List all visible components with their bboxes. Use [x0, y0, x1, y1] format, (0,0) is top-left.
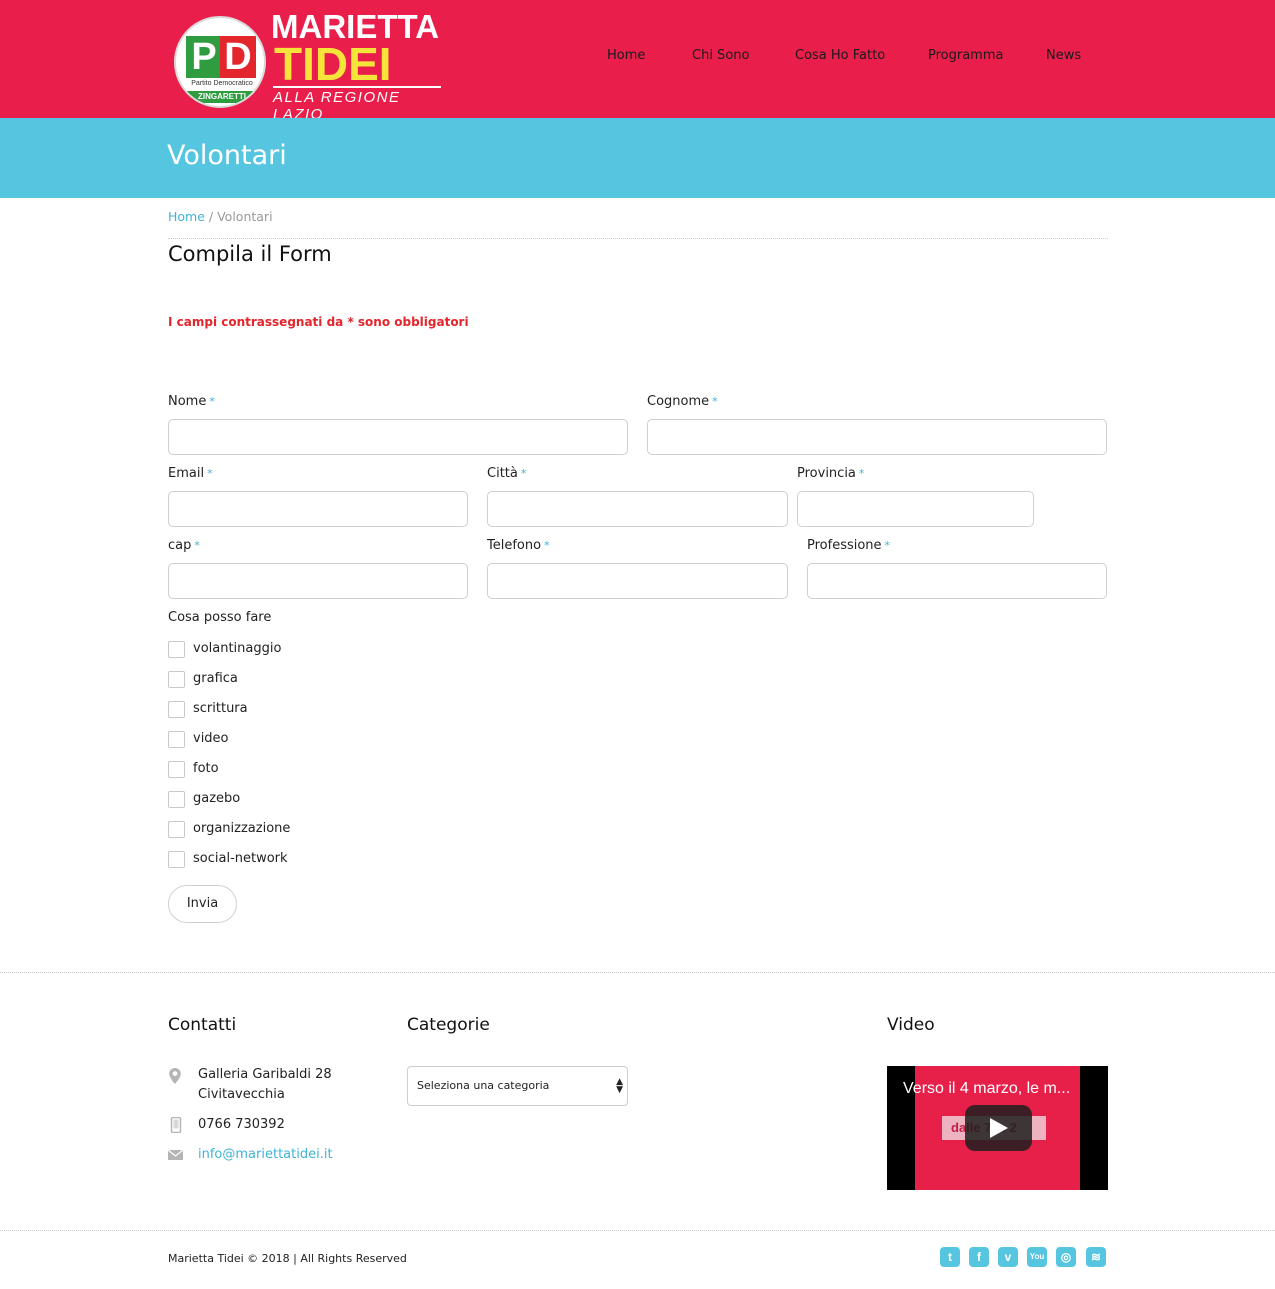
logo-divider: [273, 86, 441, 88]
checkbox-label: scrittura: [193, 701, 248, 716]
label-cognome: Cognome *: [647, 394, 718, 409]
map-pin-icon: [169, 1068, 181, 1084]
address-line-2: Civitavecchia: [198, 1087, 285, 1102]
breadcrumb-separator: /: [204, 209, 218, 224]
citta-input[interactable]: [487, 491, 788, 527]
breadcrumb-current: Volontari: [217, 209, 273, 224]
checkbox-label: social-network: [193, 851, 288, 866]
required-fields-note: I campi contrassegnati da * sono obbliga…: [168, 315, 469, 329]
label-nome: Nome *: [168, 394, 215, 409]
checkbox-box[interactable]: [168, 791, 185, 808]
cap-input[interactable]: [168, 563, 468, 599]
checkbox-label: foto: [193, 761, 219, 776]
nav-item-home[interactable]: Home: [607, 48, 645, 63]
nav-item-news[interactable]: News: [1046, 48, 1081, 63]
pd-logo-subtitle: Partito Democratico: [191, 80, 253, 87]
nav-item-chi-sono[interactable]: Chi Sono: [692, 48, 749, 63]
main-nav: Home Chi Sono Cosa Ho Fatto Programma Ne…: [0, 48, 1275, 68]
checkbox-box[interactable]: [168, 671, 185, 688]
breadcrumb-home-link[interactable]: Home: [168, 209, 205, 224]
email-input[interactable]: [168, 491, 468, 527]
label-telefono: Telefono *: [487, 538, 550, 553]
video-title[interactable]: Verso il 4 marzo, le m...: [903, 1080, 1070, 1098]
checkbox-label: grafica: [193, 671, 238, 686]
footer-contatti-heading: Contatti: [168, 1015, 237, 1035]
play-icon: [990, 1118, 1008, 1138]
label-cap: cap *: [168, 538, 200, 553]
footer-video-heading: Video: [887, 1015, 935, 1035]
video-letterbox-right: [1080, 1066, 1108, 1190]
label-citta: Città *: [487, 466, 527, 481]
rss-icon[interactable]: ≋: [1086, 1247, 1106, 1267]
checkbox-label: volantinaggio: [193, 641, 282, 656]
facebook-icon[interactable]: f: [969, 1247, 989, 1267]
instagram-icon[interactable]: ◎: [1056, 1247, 1076, 1267]
label-provincia: Provincia *: [797, 466, 865, 481]
page-title: Volontari: [167, 140, 287, 171]
nav-item-programma[interactable]: Programma: [928, 48, 1003, 63]
form-title: Compila il Form: [168, 242, 332, 266]
address-line-1: Galleria Garibaldi 28: [198, 1067, 332, 1082]
checkbox-box[interactable]: [168, 761, 185, 778]
select-arrows-icon: ▲ ▼: [616, 1077, 623, 1095]
provincia-input[interactable]: [797, 491, 1034, 527]
checkbox-label: gazebo: [193, 791, 241, 806]
submit-button[interactable]: Invia: [168, 885, 237, 923]
youtube-icon[interactable]: You: [1027, 1247, 1047, 1267]
copyright-text: Marietta Tidei © 2018 | All Rights Reser…: [168, 1252, 407, 1265]
cognome-input[interactable]: [647, 419, 1107, 455]
checkbox-box[interactable]: [168, 851, 185, 868]
checkbox-box[interactable]: [168, 641, 185, 658]
footer-address: Galleria Garibaldi 28 Civitavecchia: [198, 1065, 332, 1105]
pd-logo-band: ZINGARETTI: [184, 91, 260, 103]
category-select[interactable]: Seleziona una categoria ▲ ▼: [407, 1066, 628, 1106]
telefono-input[interactable]: [487, 563, 788, 599]
envelope-icon: [168, 1149, 183, 1160]
footer-phone: 0766 730392: [198, 1117, 285, 1132]
label-email: Email *: [168, 466, 213, 481]
site-header: P D Partito Democratico ZINGARETTI MARIE…: [0, 0, 1275, 123]
video-player[interactable]: dalle 7 ... 2 Verso il 4 marzo, le m...: [887, 1066, 1108, 1190]
checkbox-box[interactable]: [168, 821, 185, 838]
bottom-divider: [0, 1230, 1275, 1231]
checkbox-label: organizzazione: [193, 821, 291, 836]
phone-icon: [170, 1117, 182, 1133]
nome-input[interactable]: [168, 419, 628, 455]
checkbox-label: video: [193, 731, 229, 746]
breadcrumb-divider: [168, 238, 1108, 239]
vimeo-icon[interactable]: v: [998, 1247, 1018, 1267]
category-select-value: Seleziona una categoria: [417, 1079, 550, 1092]
footer-divider: [0, 972, 1275, 973]
label-professione: Professione *: [807, 538, 891, 553]
twitter-icon[interactable]: t: [940, 1247, 960, 1267]
checkbox-box[interactable]: [168, 731, 185, 748]
nav-item-cosa-ho-fatto[interactable]: Cosa Ho Fatto: [795, 48, 885, 63]
label-cosa-posso-fare: Cosa posso fare: [168, 610, 272, 625]
footer-categorie-heading: Categorie: [407, 1015, 490, 1035]
breadcrumb: Home / Volontari: [168, 209, 273, 224]
footer-email-link[interactable]: info@mariettatidei.it: [198, 1145, 333, 1165]
professione-input[interactable]: [807, 563, 1107, 599]
checkbox-box[interactable]: [168, 701, 185, 718]
